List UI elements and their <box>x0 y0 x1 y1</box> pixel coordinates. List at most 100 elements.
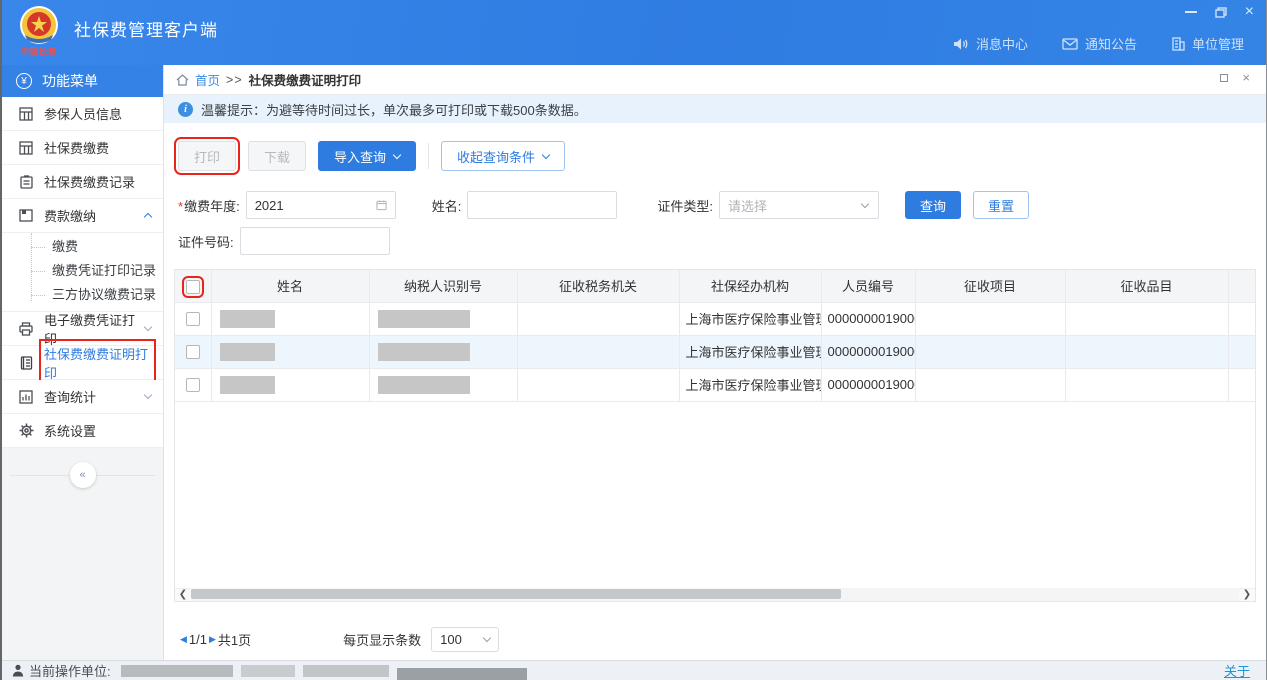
id-number-input[interactable] <box>249 234 381 249</box>
sidebar-item-label: 参保人员信息 <box>44 104 151 123</box>
year-field[interactable] <box>246 191 396 219</box>
chevron-down-icon <box>542 150 550 158</box>
chevron-down-icon <box>144 391 152 399</box>
prev-page-icon[interactable]: ◀ <box>180 634 187 645</box>
book-icon <box>18 356 34 370</box>
page-indicator: 1/1 <box>189 632 207 647</box>
brand: 中国税务 社保费管理客户端 <box>14 4 218 60</box>
filter-row-1: *缴费年度: 姓名: 证件类型: 请选择 <box>178 191 1266 219</box>
logo-caption: 中国税务 <box>21 46 57 57</box>
message-center-nav[interactable]: 消息中心 <box>953 34 1028 53</box>
user-icon <box>12 664 24 677</box>
home-icon <box>176 74 189 86</box>
id-type-placeholder: 请选择 <box>728 196 862 215</box>
sidebar-item-evoucher-print[interactable]: 电子缴费凭证打印 <box>2 312 163 346</box>
sidebar: ¥ 功能菜单 参保人员信息 社保费缴费 <box>2 65 164 660</box>
chevron-down-icon <box>393 150 401 158</box>
filter-panel: *缴费年度: 姓名: 证件类型: 请选择 <box>178 191 1266 255</box>
nav-label: 单位管理 <box>1192 34 1244 53</box>
name-label: 姓名: <box>432 196 462 215</box>
sidebar-subitem-tripartite-records[interactable]: 三方协议缴费记录 <box>2 283 163 307</box>
yuan-coin-icon: ¥ <box>16 73 32 89</box>
sidebar-item-payment-certificate-print[interactable]: 社保费缴费证明打印 <box>2 346 163 380</box>
unit-management-nav[interactable]: 单位管理 <box>1171 34 1244 53</box>
name-input[interactable] <box>476 198 608 213</box>
sidebar-item-fee-payment[interactable]: 费款缴纳 <box>2 199 163 233</box>
status-bar: 当前操作单位: 关于 <box>2 660 1266 680</box>
select-all-checkbox[interactable] <box>186 280 200 294</box>
sidebar-collapse-button[interactable]: « <box>70 462 96 488</box>
person-no-cell: 0000000019000... <box>821 335 915 368</box>
sidebar-subitem-pay[interactable]: 缴费 <box>2 235 163 259</box>
year-label: *缴费年度: <box>178 196 240 215</box>
reset-button[interactable]: 重置 <box>973 191 1029 219</box>
sidebar-submenu-fee-payment: 缴费 缴费凭证打印记录 三方协议缴费记录 <box>2 233 163 312</box>
sidebar-item-query-statistics[interactable]: 查询统计 <box>2 380 163 414</box>
scrollbar-thumb[interactable] <box>191 589 841 599</box>
print-button[interactable]: 打印 <box>178 141 236 171</box>
person-no-cell: 0000000019000... <box>821 368 915 401</box>
app-title: 社保费管理客户端 <box>74 16 218 41</box>
notice-nav[interactable]: 通知公告 <box>1062 34 1137 53</box>
sidebar-item-system-settings[interactable]: 系统设置 <box>2 414 163 448</box>
sidebar-item-label: 费款缴纳 <box>44 206 135 225</box>
panel-maximize-icon[interactable] <box>1220 74 1228 82</box>
search-button[interactable]: 查询 <box>905 191 961 219</box>
sidebar-item-label: 系统设置 <box>44 421 151 440</box>
sidebar-item-label: 电子缴费凭证打印 <box>44 310 135 348</box>
page-size-select[interactable]: 100 <box>431 627 499 652</box>
chevron-down-icon <box>483 634 491 642</box>
col-tax-authority: 征收税务机关 <box>517 270 679 302</box>
name-field[interactable] <box>467 191 617 219</box>
agency-cell: 上海市医疗保险事业管理中... <box>679 335 821 368</box>
sidebar-item-label: 社保费缴费记录 <box>44 172 151 191</box>
chevron-down-icon <box>144 323 152 331</box>
year-input[interactable] <box>255 198 376 213</box>
import-query-button[interactable]: 导入查询 <box>318 141 416 171</box>
nav-label: 通知公告 <box>1085 34 1137 53</box>
agency-cell: 上海市医疗保险事业管理中... <box>679 302 821 335</box>
id-number-field[interactable] <box>240 227 390 255</box>
panel-close-icon[interactable]: × <box>1242 73 1250 83</box>
row-checkbox[interactable] <box>186 378 200 392</box>
download-button[interactable]: 下载 <box>248 141 306 171</box>
chevron-up-icon <box>144 213 152 221</box>
row-checkbox[interactable] <box>186 345 200 359</box>
top-nav: 消息中心 通知公告 单位管理 <box>953 34 1244 53</box>
current-unit-label: 当前操作单位: <box>29 661 111 680</box>
sidebar-item-social-fee-payment[interactable]: 社保费缴费 <box>2 131 163 165</box>
sidebar-item-label: 社保费缴费 <box>44 138 151 157</box>
about-link[interactable]: 关于 <box>1224 661 1250 680</box>
sidebar-subitem-voucher-print-records[interactable]: 缴费凭证打印记录 <box>2 259 163 283</box>
table-row[interactable]: 上海市医疗保险事业管理中... 0000000019000... <box>175 335 1255 368</box>
col-person-no: 人员编号 <box>821 270 915 302</box>
breadcrumb-home[interactable]: 首页 <box>195 70 220 89</box>
sidebar-item-payment-records[interactable]: 社保费缴费记录 <box>2 165 163 199</box>
scrollbar-track[interactable] <box>191 588 1239 601</box>
row-checkbox[interactable] <box>186 312 200 326</box>
close-button[interactable]: × <box>1245 5 1254 19</box>
toolbar: 打印 下载 导入查询 收起查询条件 <box>178 141 1266 171</box>
mail-icon <box>1062 38 1078 50</box>
redacted-name <box>220 376 275 394</box>
table-row[interactable]: 上海市医疗保险事业管理中... 0000000019000... <box>175 368 1255 401</box>
emblem-icon <box>17 4 61 48</box>
agency-cell: 上海市医疗保险事业管理中... <box>679 368 821 401</box>
main-content: 首页 >> 社保费缴费证明打印 × i 温馨提示：为避等待时间过长，单次最多可打… <box>164 65 1266 660</box>
horizontal-scrollbar[interactable]: ❮ ❯ <box>175 588 1255 601</box>
collapse-filters-button[interactable]: 收起查询条件 <box>441 141 565 171</box>
minimize-button[interactable] <box>1185 11 1197 13</box>
person-no-cell: 0000000019000... <box>821 302 915 335</box>
sidebar-item-insured-person-info[interactable]: 参保人员信息 <box>2 97 163 131</box>
chart-icon <box>18 390 34 404</box>
info-icon: i <box>178 102 193 117</box>
table-row[interactable]: 上海市医疗保险事业管理中... 0000000019000... <box>175 302 1255 335</box>
sidebar-collapse-row: « <box>2 458 163 494</box>
filter-row-2: 证件号码: <box>178 227 1266 255</box>
scroll-right-icon[interactable]: ❯ <box>1239 589 1255 600</box>
restore-button[interactable] <box>1215 7 1227 18</box>
scroll-left-icon[interactable]: ❮ <box>175 589 191 600</box>
id-type-select[interactable]: 请选择 <box>719 191 879 219</box>
next-page-icon[interactable]: ▶ <box>209 634 216 645</box>
required-asterisk: * <box>178 199 183 214</box>
